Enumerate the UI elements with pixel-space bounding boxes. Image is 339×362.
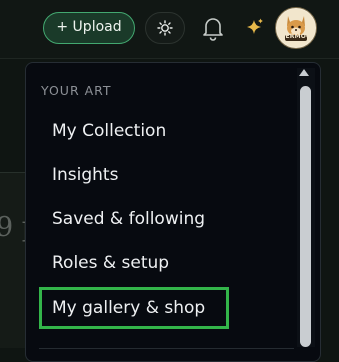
theme-toggle-button[interactable] bbox=[145, 12, 185, 44]
menu-item-saved-following[interactable]: Saved & following bbox=[52, 209, 205, 229]
scroll-up-arrow-icon[interactable] bbox=[299, 69, 309, 76]
section-label-your-art: YOUR ART bbox=[41, 83, 112, 98]
menu-scrollbar-thumb[interactable] bbox=[300, 86, 311, 347]
sun-icon bbox=[157, 20, 173, 36]
menu-item-insights[interactable]: Insights bbox=[52, 165, 118, 185]
menu-item-my-gallery-shop[interactable]: My gallery & shop bbox=[39, 287, 229, 329]
sparkle-icon[interactable] bbox=[245, 17, 265, 37]
bell-icon[interactable] bbox=[201, 15, 225, 41]
user-avatar[interactable]: VERMOO bbox=[275, 7, 317, 49]
avatar-logo-text: VERMOO bbox=[280, 33, 312, 40]
menu-item-roles-setup[interactable]: Roles & setup bbox=[52, 253, 169, 273]
upload-button[interactable]: + Upload bbox=[43, 12, 135, 44]
top-bar: + Upload VERMOO bbox=[0, 0, 339, 59]
avatar-image bbox=[277, 9, 315, 47]
menu-item-my-collection[interactable]: My Collection bbox=[52, 121, 166, 141]
menu-divider bbox=[39, 348, 294, 349]
account-dropdown-menu: YOUR ART My Collection Insights Saved & … bbox=[25, 62, 321, 362]
